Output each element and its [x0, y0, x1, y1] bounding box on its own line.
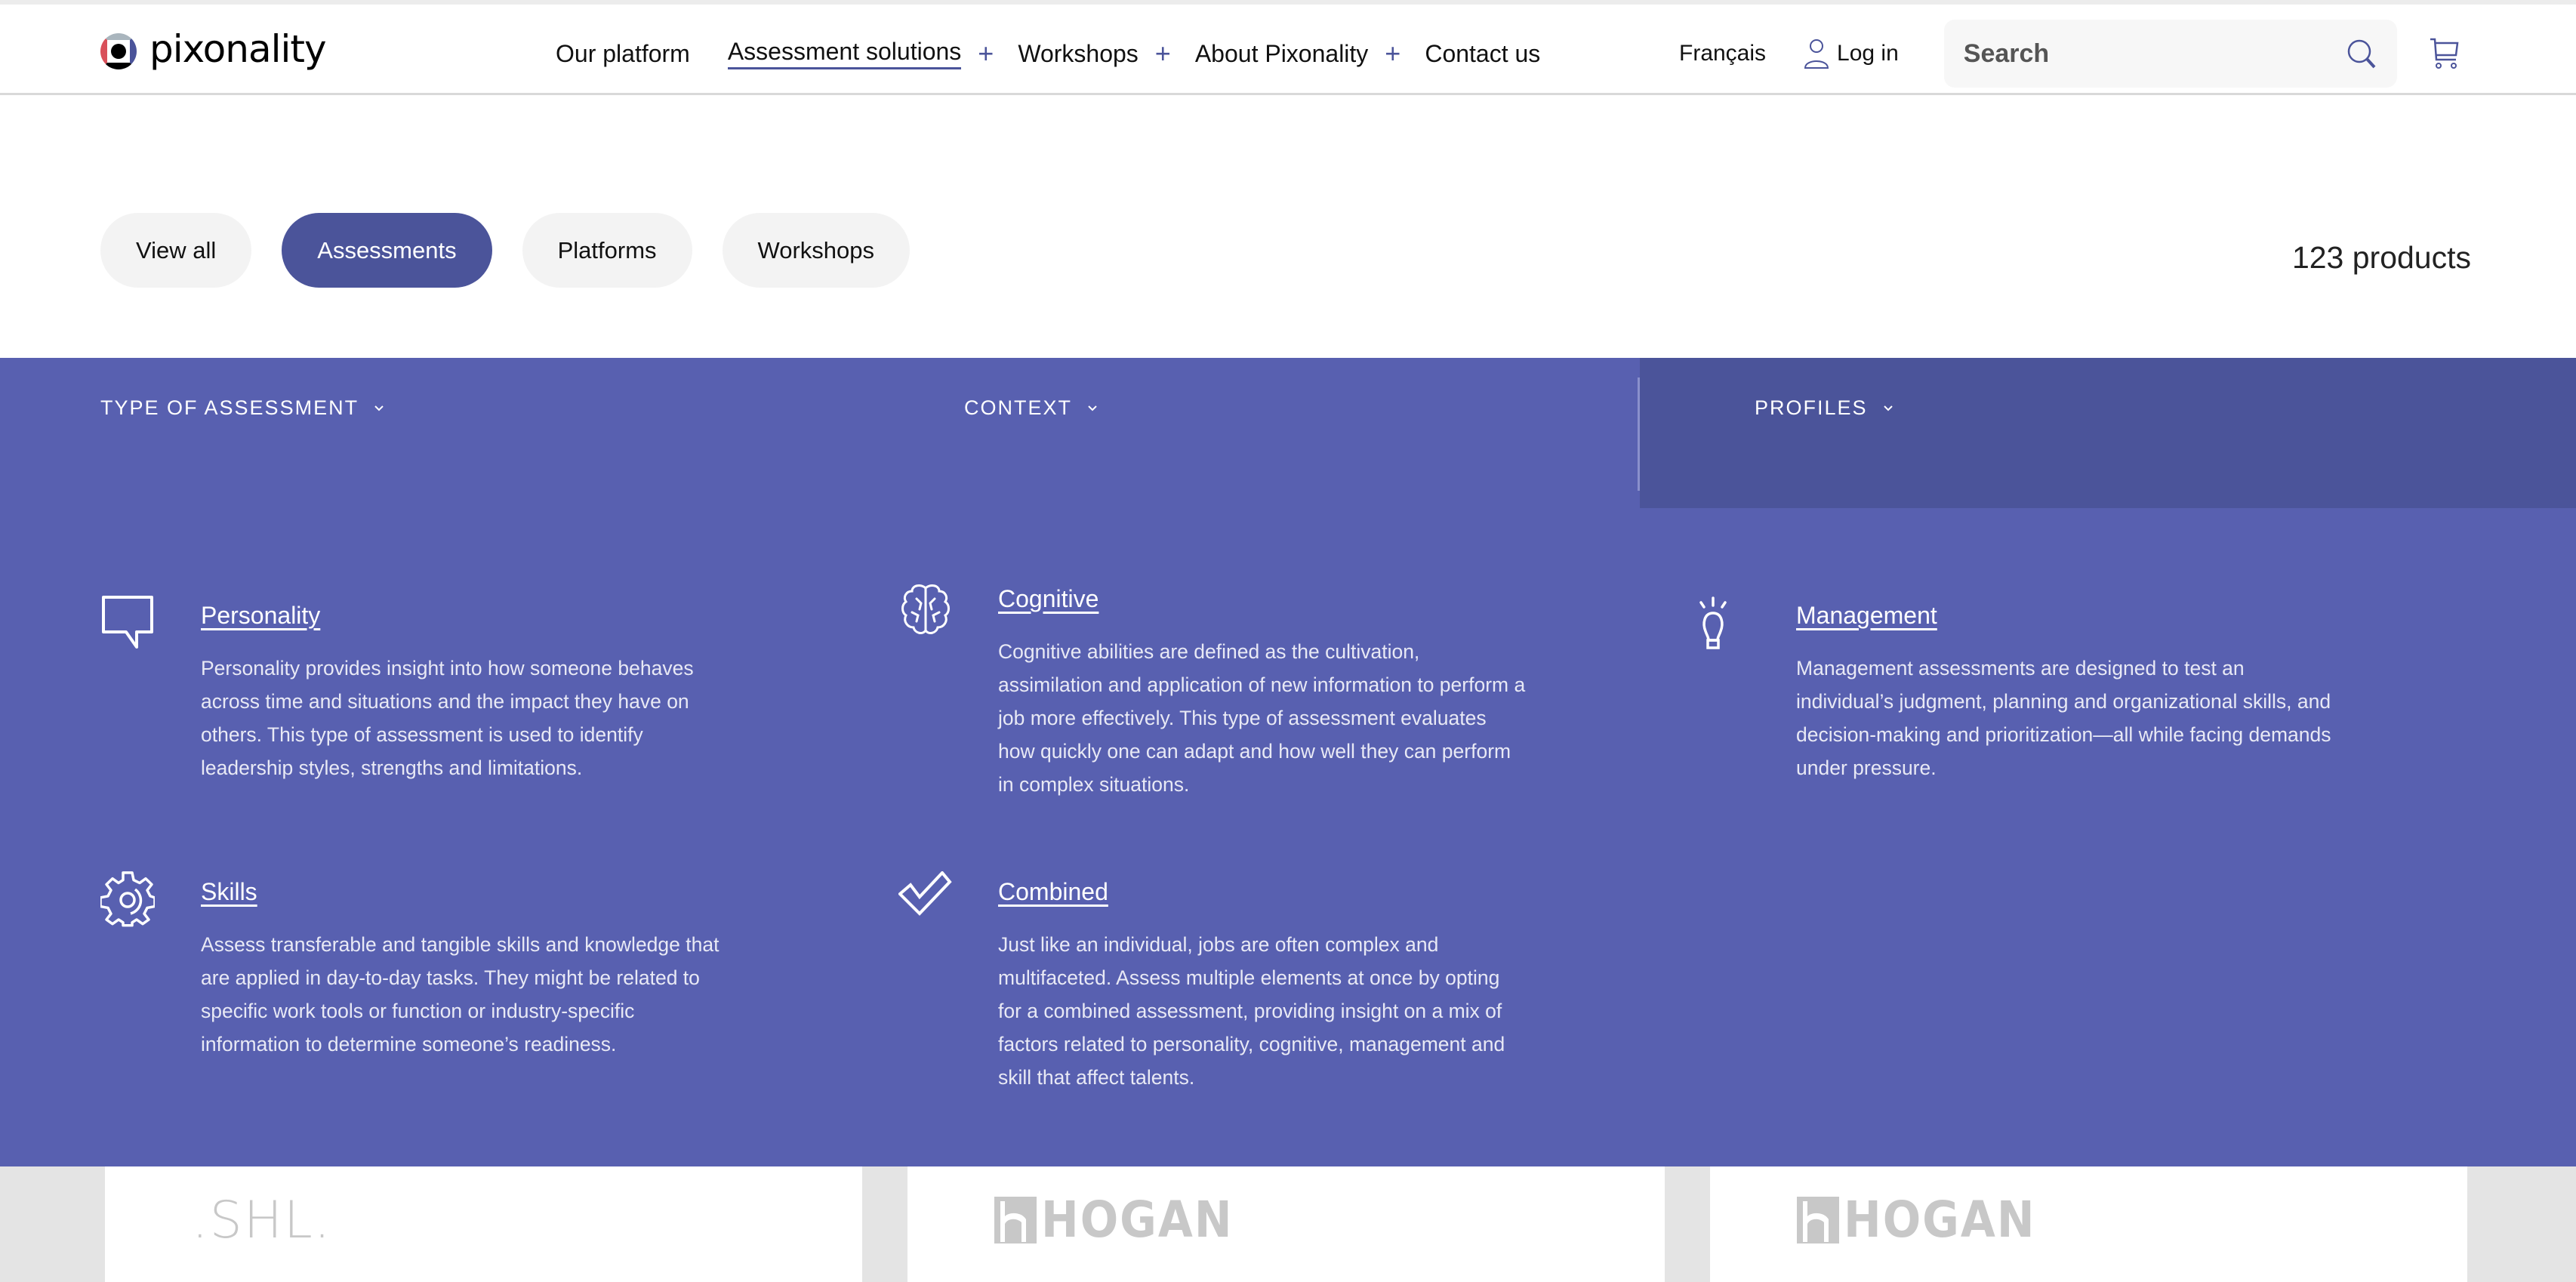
pill-platforms[interactable]: Platforms [522, 213, 692, 288]
context-dropdown[interactable]: CONTEXT [964, 396, 1098, 420]
search-icon[interactable] [2346, 38, 2377, 69]
category-title-link[interactable]: Management [1796, 602, 1937, 630]
gear-icon [100, 871, 155, 927]
product-card[interactable]: HOGAN [907, 1166, 1665, 1282]
category-description: Management assessments are designed to t… [1796, 657, 2331, 779]
brain-icon [901, 584, 950, 634]
category-title-link[interactable]: Combined [998, 878, 1108, 906]
dropdown-label: TYPE OF ASSESSMENT [100, 396, 359, 419]
speech-bubble-icon [102, 596, 153, 649]
category-description: Assess transferable and tangible skills … [201, 933, 719, 1055]
main-nav: Our platform Assessment solutions + Work… [556, 35, 1540, 72]
product-type-pills: View all Assessments Platforms Workshops [100, 213, 911, 288]
product-grid: .SHL. HOGAN HOGAN [0, 1166, 2576, 1282]
chevron-down-icon [374, 405, 384, 411]
nav-label: Our platform [556, 39, 690, 67]
hogan-mark-icon [1797, 1196, 1839, 1243]
header-tools: Français Log in [1679, 20, 2460, 88]
login-label: Log in [1837, 41, 1899, 66]
search-box [1943, 20, 2397, 88]
category-title-link[interactable]: Personality [201, 602, 320, 630]
product-count: 123 products [2291, 240, 2471, 275]
cart-icon[interactable] [2427, 37, 2460, 70]
nav-label: About Pixonality [1194, 39, 1369, 67]
nav-our-platform[interactable]: Our platform [556, 40, 690, 68]
product-card[interactable]: HOGAN [1710, 1166, 2467, 1282]
pill-view-all[interactable]: View all [100, 213, 252, 288]
search-input[interactable] [1963, 39, 2346, 69]
brand-name: HOGAN [1041, 1191, 1234, 1249]
profiles-dropdown[interactable]: PROFILES [1755, 396, 1893, 420]
nav-label: Workshops [1018, 39, 1139, 67]
language-switch[interactable]: Français [1679, 41, 1766, 66]
nav-contact-us[interactable]: Contact us [1425, 40, 1540, 68]
brand-logo-shl: .SHL. [192, 1191, 332, 1250]
nav-about-pixonality[interactable]: About Pixonality [1195, 40, 1368, 68]
page: pixonality Our platform Assessment solut… [0, 0, 2576, 1282]
logo-text: pixonality [149, 27, 327, 71]
category-description: Just like an individual, jobs are often … [998, 933, 1505, 1089]
assessment-filter-panel: TYPE OF ASSESSMENT CONTEXT PROFILES Pers… [0, 358, 2576, 1166]
chevron-down-icon [1088, 405, 1097, 411]
dropdown-label: CONTEXT [964, 396, 1073, 419]
pill-workshops[interactable]: Workshops [722, 213, 911, 288]
nav-assessment-solutions[interactable]: Assessment solutions [727, 38, 962, 69]
expand-plus-icon[interactable]: + [1155, 40, 1171, 67]
brand-logo-hogan: HOGAN [1797, 1191, 2036, 1249]
brand-name: HOGAN [1844, 1191, 2036, 1249]
category-description: Cognitive abilities are defined as the c… [998, 640, 1526, 796]
dropdown-label: PROFILES [1755, 396, 1868, 419]
expand-plus-icon[interactable]: + [1385, 40, 1400, 67]
category-title-link[interactable]: Cognitive [998, 585, 1098, 613]
chevron-down-icon [1883, 405, 1893, 411]
logo-link[interactable]: pixonality [100, 27, 327, 72]
filter-divider [1638, 378, 1640, 491]
site-header: pixonality Our platform Assessment solut… [0, 5, 2576, 95]
brand-logo-hogan: HOGAN [994, 1191, 1234, 1249]
nav-label: Contact us [1425, 39, 1541, 67]
lightbulb-icon [1699, 596, 1727, 649]
nav-workshops[interactable]: Workshops [1018, 40, 1138, 68]
nav-label: Assessment solutions [727, 38, 962, 69]
hogan-mark-icon [994, 1196, 1037, 1243]
pixonality-logo-icon [100, 33, 137, 69]
category-description: Personality provides insight into how so… [201, 657, 694, 779]
checkmark-icon [898, 871, 952, 916]
pill-assessments[interactable]: Assessments [282, 213, 492, 288]
expand-plus-icon[interactable]: + [978, 40, 994, 67]
category-title-link[interactable]: Skills [201, 878, 257, 906]
type-of-assessment-dropdown[interactable]: TYPE OF ASSESSMENT [100, 396, 384, 420]
login-link[interactable]: Log in [1804, 38, 1899, 69]
user-icon [1804, 39, 1829, 69]
product-card[interactable]: .SHL. [105, 1166, 862, 1282]
profiles-panel [1640, 358, 2576, 508]
